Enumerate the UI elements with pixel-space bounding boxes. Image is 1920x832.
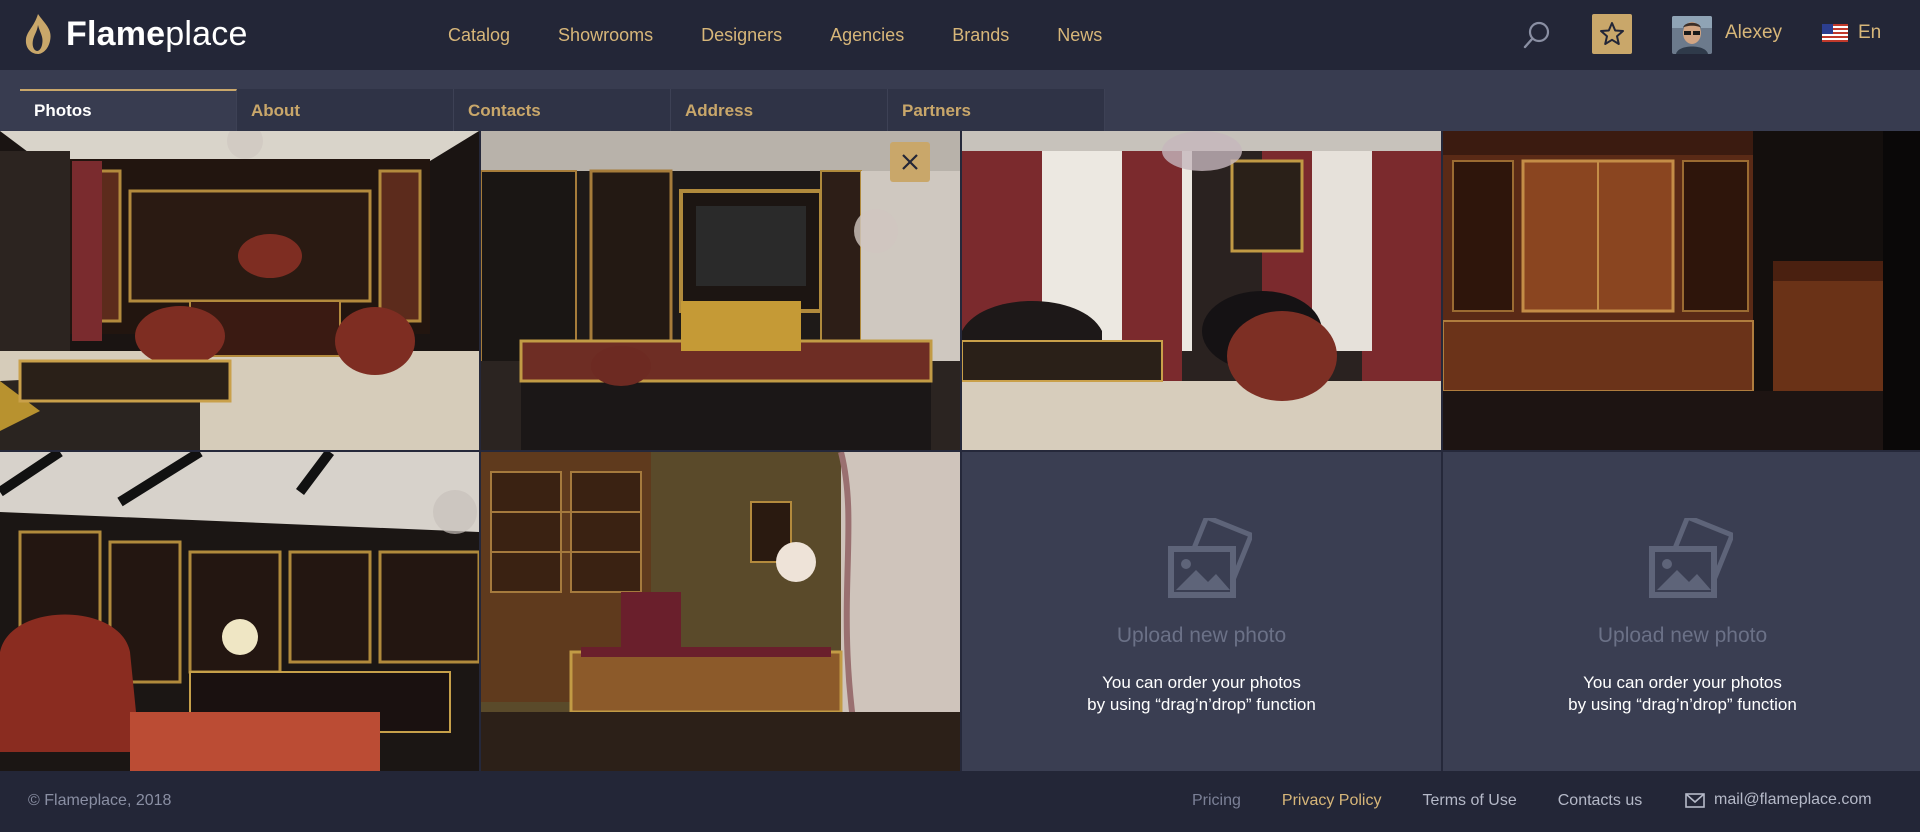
photo-thumbnail[interactable] — [481, 452, 960, 771]
upload-hint-line: You can order your photos — [1102, 673, 1301, 692]
footer-links: Pricing Privacy Policy Terms of Use Cont… — [1192, 792, 1683, 810]
upload-hint: You can order your photos by using “drag… — [1568, 672, 1797, 716]
nav-brands[interactable]: Brands — [952, 25, 1009, 46]
search-icon — [1523, 21, 1550, 49]
nav-showrooms[interactable]: Showrooms — [558, 25, 653, 46]
logo-bold: Flame — [66, 14, 166, 53]
upload-photo-slot[interactable]: Upload new photo You can order your phot… — [962, 452, 1441, 771]
photo-thumbnail[interactable] — [1443, 131, 1920, 450]
upload-hint-line: You can order your photos — [1583, 673, 1782, 692]
favorites-button[interactable] — [1592, 14, 1632, 54]
language-label: En — [1858, 22, 1882, 43]
nav-agencies[interactable]: Agencies — [830, 25, 904, 46]
top-header: Flameplace Catalog Showrooms Designers A… — [0, 0, 1920, 70]
image-placeholder-icon — [1167, 518, 1252, 598]
user-name[interactable]: Alexey — [1725, 22, 1782, 44]
us-flag-icon — [1822, 24, 1848, 42]
tab-address[interactable]: Address — [671, 89, 888, 131]
avatar[interactable] — [1672, 16, 1712, 54]
nav-designers[interactable]: Designers — [701, 25, 782, 46]
footer-email[interactable]: mail@flameplace.com — [1685, 791, 1872, 809]
language-selector[interactable]: En — [1822, 22, 1881, 44]
logo[interactable]: Flameplace — [22, 12, 248, 56]
user-photo-icon — [1672, 16, 1712, 54]
nav-catalog[interactable]: Catalog — [448, 25, 510, 46]
mail-icon — [1685, 792, 1705, 808]
footer-link-privacy[interactable]: Privacy Policy — [1282, 792, 1382, 810]
remove-photo-button[interactable] — [890, 142, 930, 182]
photo-thumbnail-selected[interactable] — [481, 131, 960, 450]
footer-link-terms[interactable]: Terms of Use — [1422, 792, 1516, 810]
tab-partners[interactable]: Partners — [888, 89, 1105, 131]
email-address: mail@flameplace.com — [1714, 791, 1872, 808]
photo-grid: Upload new photo You can order your phot… — [0, 131, 1920, 771]
tab-contacts[interactable]: Contacts — [454, 89, 671, 131]
search-button[interactable] — [1522, 20, 1552, 50]
upload-photo-slot[interactable]: Upload new photo You can order your phot… — [1443, 452, 1920, 771]
footer-link-contacts[interactable]: Contacts us — [1558, 792, 1642, 810]
tab-photos[interactable]: Photos — [20, 89, 237, 131]
upload-hint-line: by using “drag’n’drop” function — [1087, 695, 1316, 714]
photo-thumbnail[interactable] — [962, 131, 1441, 450]
footer-link-pricing[interactable]: Pricing — [1192, 792, 1241, 810]
grid-divider — [1441, 131, 1443, 771]
grid-divider — [479, 131, 481, 771]
close-icon — [902, 154, 918, 170]
star-icon — [1600, 22, 1624, 45]
image-placeholder-icon — [1648, 518, 1733, 598]
upload-title[interactable]: Upload new photo — [1598, 624, 1767, 648]
nav-news[interactable]: News — [1057, 25, 1102, 46]
logo-light: place — [165, 14, 248, 53]
photo-thumbnail[interactable] — [0, 452, 479, 771]
upload-hint-line: by using “drag’n’drop” function — [1568, 695, 1797, 714]
main-nav: Catalog Showrooms Designers Agencies Bra… — [448, 0, 1150, 70]
copyright: © Flameplace, 2018 — [28, 792, 172, 809]
tab-about[interactable]: About — [237, 89, 454, 131]
grid-divider — [960, 131, 962, 771]
photo-thumbnail[interactable] — [0, 131, 479, 450]
footer: © Flameplace, 2018 Pricing Privacy Polic… — [0, 771, 1920, 832]
profile-tabs: Photos About Contacts Address Partners — [20, 89, 1105, 131]
upload-title[interactable]: Upload new photo — [1117, 624, 1286, 648]
flame-logo-icon — [25, 14, 51, 54]
upload-hint: You can order your photos by using “drag… — [1087, 672, 1316, 716]
